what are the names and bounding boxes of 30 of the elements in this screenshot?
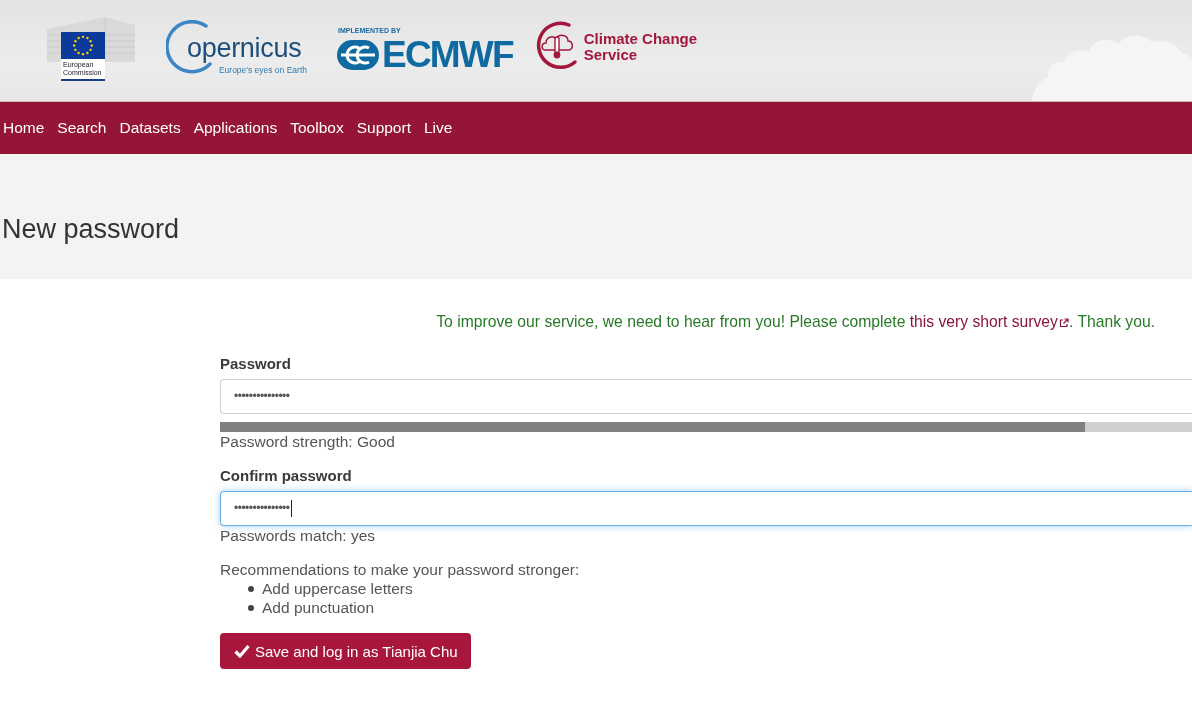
ecmwf-emblem-icon [337, 40, 379, 70]
match-text: Passwords match: yes [220, 526, 376, 546]
password-field[interactable]: ••••••••••••••• [220, 491, 1192, 526]
nav-link[interactable]: Support [356, 119, 411, 137]
bullet-icon [248, 604, 254, 611]
bullet-icon [248, 586, 254, 593]
external-link-icon [1058, 318, 1069, 328]
page-title: New password [2, 213, 180, 245]
logo-wordmark: Climate Change Service [583, 29, 698, 63]
recommendation-text: Add punctuation [262, 598, 375, 617]
strength-text: Password strength: Good [220, 432, 395, 452]
survey-link[interactable]: this very short survey [909, 313, 1069, 330]
nav-link[interactable]: Applications [193, 119, 278, 137]
logo-tagline: Europe's eyes on Earth [218, 65, 307, 75]
field-label: Confirm password [220, 466, 352, 486]
survey-notice: To improve our service, we need to hear from you! Please complete this very short survey . Thank you. [435, 312, 1156, 332]
save-button[interactable]: Save and log in as Tianjia Chu [220, 633, 471, 669]
recommendation-text: Add uppercase letters [262, 580, 413, 599]
nav-link[interactable]: Home [3, 119, 45, 137]
nav-link[interactable]: Search [57, 119, 107, 137]
recommendations-heading: Recommendations to make your password stronger: [220, 560, 580, 580]
eu-flag-icon [61, 32, 105, 59]
logo-wordmark: opernicus [187, 33, 302, 63]
field-label: Password [220, 354, 291, 374]
check-icon [234, 644, 250, 658]
nav-link[interactable]: Live [423, 119, 453, 137]
nav-link[interactable]: Datasets [119, 119, 181, 137]
logo-wordmark: ECMWF [382, 39, 513, 71]
nav-link[interactable]: Toolbox [290, 119, 344, 137]
password-field[interactable]: ••••••••••••••• [220, 379, 1192, 414]
